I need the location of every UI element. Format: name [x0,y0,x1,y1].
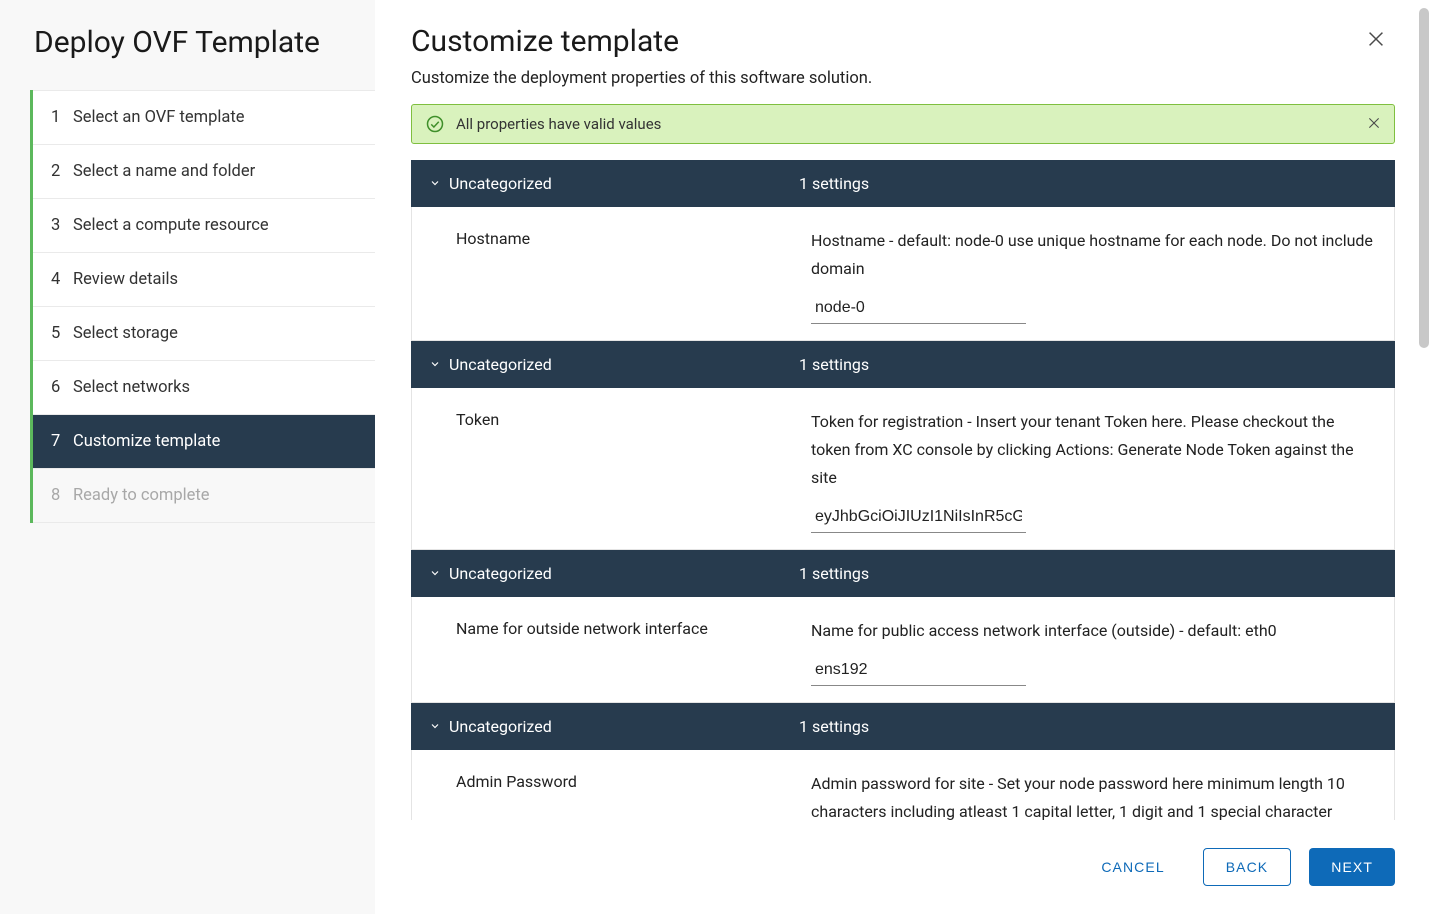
validation-banner: All properties have valid values [411,104,1395,144]
setting-label: Token [456,408,811,533]
step-ready-to-complete: 8 Ready to complete [33,469,375,523]
category-header[interactable]: Uncategorized 1 settings [411,160,1395,207]
step-select-name-folder[interactable]: 2 Select a name and folder [33,145,375,199]
setting-row-admin-password: Admin Password Admin password for site -… [411,750,1395,820]
setting-label: Admin Password [456,770,811,820]
step-label: Select a name and folder [73,162,255,181]
hostname-input[interactable] [811,295,1026,324]
chevron-down-icon [429,174,449,193]
setting-description: Hostname - default: node-0 use unique ho… [811,227,1376,283]
step-number: 4 [51,270,73,289]
step-number: 5 [51,324,73,343]
setting-row-hostname: Hostname Hostname - default: node-0 use … [411,207,1395,341]
outside-interface-input[interactable] [811,657,1026,686]
step-number: 1 [51,108,73,127]
category-header[interactable]: Uncategorized 1 settings [411,341,1395,388]
close-icon[interactable] [1357,24,1395,59]
scrollbar[interactable] [1419,8,1429,348]
settings-scroll[interactable]: Uncategorized 1 settings Hostname Hostna… [411,160,1395,820]
next-button[interactable]: NEXT [1309,848,1395,886]
setting-description: Admin password for site - Set your node … [811,770,1376,820]
step-customize-template[interactable]: 7 Customize template [33,415,375,469]
setting-row-token: Token Token for registration - Insert yo… [411,388,1395,550]
sidebar-title: Deploy OVF Template [30,25,375,60]
category-header[interactable]: Uncategorized 1 settings [411,703,1395,750]
step-select-ovf-template[interactable]: 1 Select an OVF template [33,90,375,145]
step-label: Ready to complete [73,486,210,505]
page-title: Customize template [411,24,679,59]
category-count: 1 settings [799,717,1377,736]
category-name: Uncategorized [449,717,799,736]
cancel-button[interactable]: CANCEL [1081,848,1184,886]
step-select-storage[interactable]: 5 Select storage [33,307,375,361]
step-number: 3 [51,216,73,235]
category-count: 1 settings [799,564,1377,583]
category-count: 1 settings [799,355,1377,374]
wizard-steps: 1 Select an OVF template 2 Select a name… [30,90,375,523]
step-review-details[interactable]: 4 Review details [33,253,375,307]
step-label: Select networks [73,378,190,397]
page-subtitle: Customize the deployment properties of t… [411,69,1395,88]
category-count: 1 settings [799,174,1377,193]
step-select-compute-resource[interactable]: 3 Select a compute resource [33,199,375,253]
category-name: Uncategorized [449,355,799,374]
step-number: 6 [51,378,73,397]
token-input[interactable] [811,504,1026,533]
setting-row-outside-interface: Name for outside network interface Name … [411,597,1395,703]
setting-label: Hostname [456,227,811,324]
step-select-networks[interactable]: 6 Select networks [33,361,375,415]
category-header[interactable]: Uncategorized 1 settings [411,550,1395,597]
category-name: Uncategorized [449,174,799,193]
banner-close-icon[interactable] [1366,114,1382,134]
step-label: Select a compute resource [73,216,269,235]
validation-text: All properties have valid values [456,115,661,133]
wizard-footer: CANCEL BACK NEXT [411,820,1395,914]
check-circle-icon [426,115,444,133]
step-number: 7 [51,432,73,451]
main-panel: Customize template Customize the deploym… [375,0,1431,914]
step-label: Customize template [73,432,220,451]
step-label: Select storage [73,324,178,343]
step-label: Review details [73,270,178,289]
setting-description: Name for public access network interface… [811,617,1376,645]
chevron-down-icon [429,564,449,583]
category-name: Uncategorized [449,564,799,583]
setting-description: Token for registration - Insert your ten… [811,408,1376,492]
chevron-down-icon [429,355,449,374]
step-label: Select an OVF template [73,108,245,127]
back-button[interactable]: BACK [1203,848,1292,886]
chevron-down-icon [429,717,449,736]
setting-label: Name for outside network interface [456,617,811,686]
wizard-sidebar: Deploy OVF Template 1 Select an OVF temp… [0,0,375,914]
step-number: 8 [51,486,73,505]
step-number: 2 [51,162,73,181]
